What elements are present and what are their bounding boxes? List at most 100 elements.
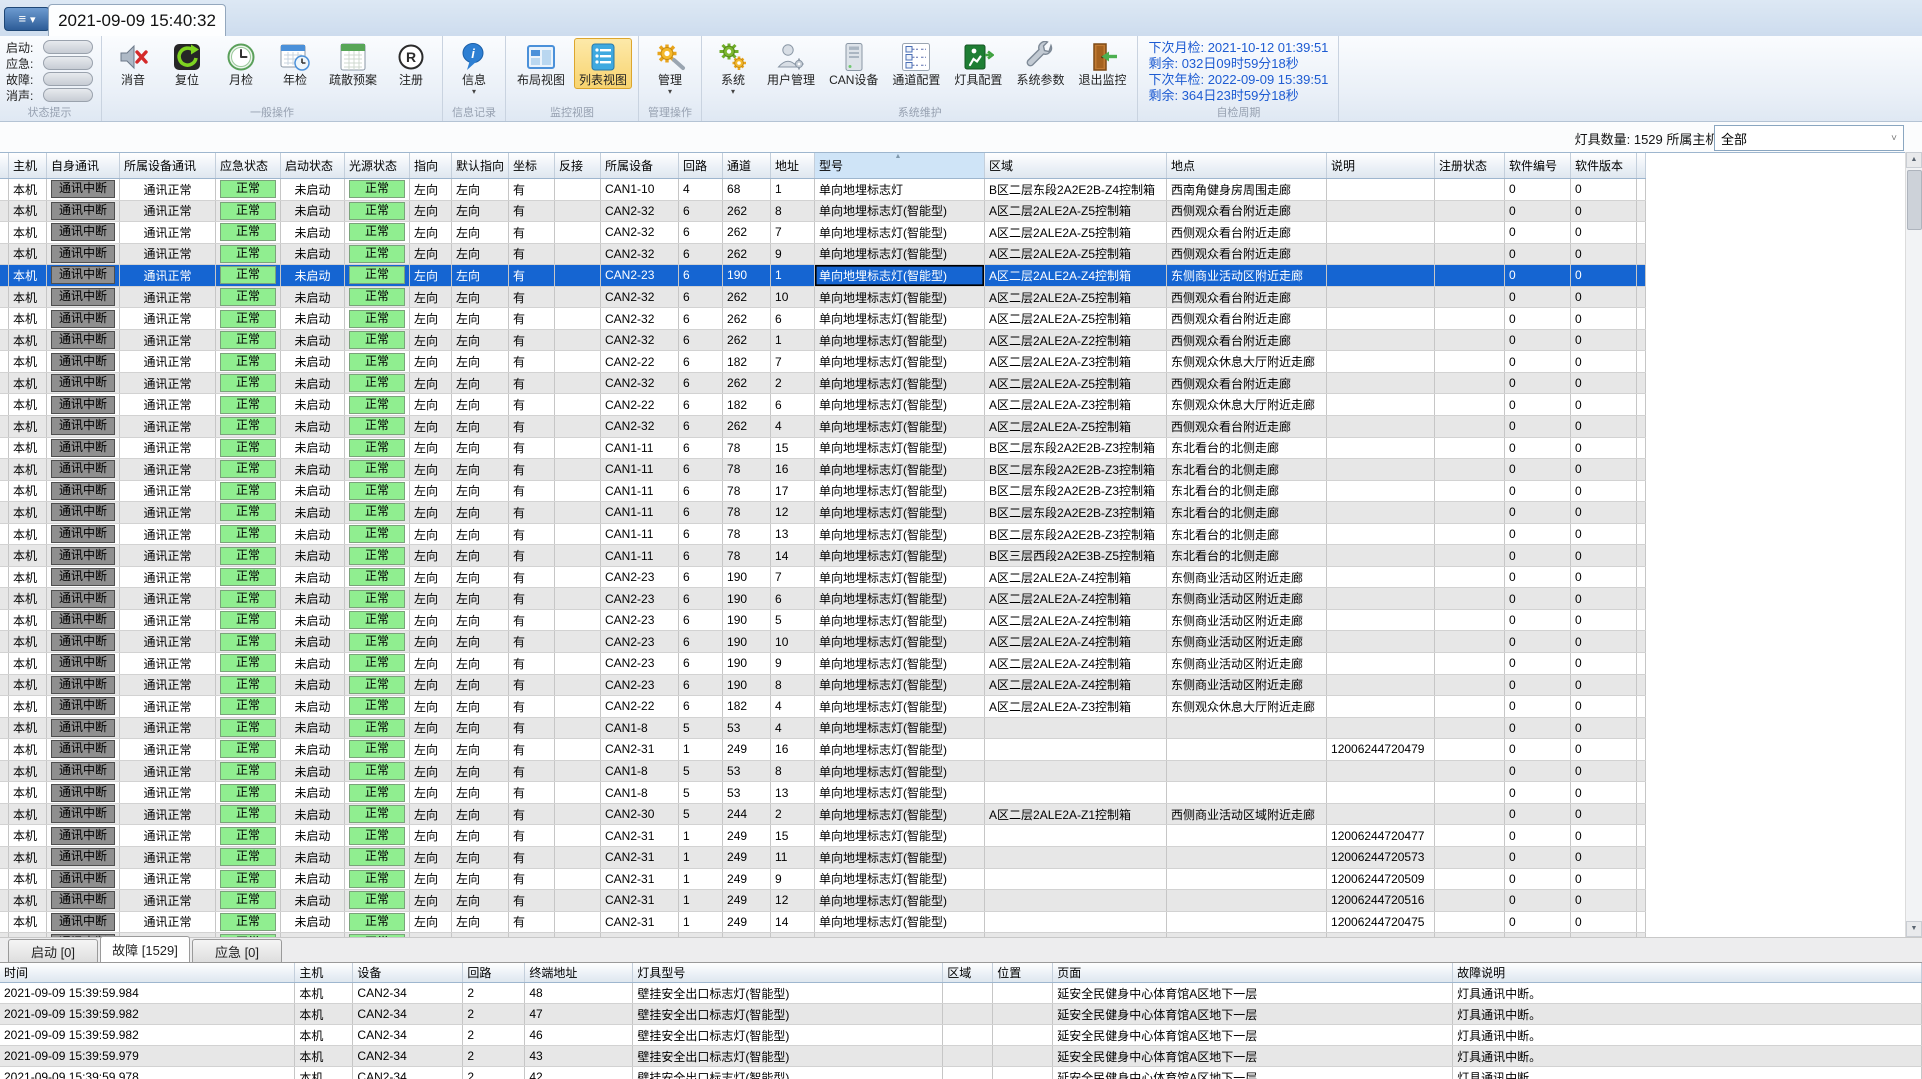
table-row[interactable]: 本机通讯中断通讯正常正常未启动正常左向左向有CAN2-2361906单向地埋标志… bbox=[0, 588, 1646, 610]
column-header-blank[interactable] bbox=[0, 153, 9, 179]
fault-column-header[interactable]: 时间 bbox=[0, 963, 295, 983]
table-row[interactable]: 本机通讯中断通讯正常正常未启动正常左向左向有CAN2-2361907单向地埋标志… bbox=[0, 566, 1646, 588]
tab-start[interactable]: 启动 [0] bbox=[8, 939, 98, 962]
fault-row[interactable]: 2021-09-09 15:39:59.982本机CAN2-34246壁挂安全出… bbox=[0, 1025, 1922, 1046]
fault-column-header[interactable]: 回路 bbox=[463, 963, 525, 983]
column-header-光源状态[interactable]: 光源状态 bbox=[345, 153, 410, 179]
column-header-反接[interactable]: 反接 bbox=[555, 153, 601, 179]
fault-row[interactable]: 2021-09-09 15:39:59.979本机CAN2-34243壁挂安全出… bbox=[0, 1046, 1922, 1067]
column-header-应急状态[interactable]: 应急状态 bbox=[216, 153, 281, 179]
tab-fault[interactable]: 故障 [1529] bbox=[100, 936, 190, 962]
manage-button[interactable]: 管理▾ bbox=[645, 38, 695, 96]
monthly-button[interactable]: 月检 bbox=[216, 38, 266, 89]
table-row[interactable]: 本机通讯中断通讯正常正常未启动正常左向左向有CAN2-3052442单向地埋标志… bbox=[0, 803, 1646, 825]
table-row[interactable]: 本机通讯中断通讯正常正常未启动正常左向左向有CAN2-31124915单向地埋标… bbox=[0, 825, 1646, 847]
table-row[interactable]: 本机通讯中断通讯正常正常未启动正常左向左向有CAN2-3262627单向地埋标志… bbox=[0, 222, 1646, 244]
fault-column-header[interactable]: 主机 bbox=[295, 963, 353, 983]
table-row[interactable]: 本机通讯中断通讯正常正常未启动正常左向左向有CAN2-3262621单向地埋标志… bbox=[0, 329, 1646, 351]
table-row[interactable]: 本机通讯中断通讯正常正常未启动正常左向左向有CAN1-855313单向地埋标志灯… bbox=[0, 782, 1646, 804]
table-row[interactable]: 本机通讯中断通讯正常正常未启动正常左向左向有CAN2-3262624单向地埋标志… bbox=[0, 416, 1646, 438]
table-row[interactable]: 本机通讯中断通讯正常正常未启动正常左向左向有CAN1-85538单向地埋标志灯(… bbox=[0, 760, 1646, 782]
column-header-启动状态[interactable]: 启动状态 bbox=[281, 153, 345, 179]
system-button[interactable]: 系统▾ bbox=[708, 38, 758, 96]
register-button[interactable]: R注册 bbox=[386, 38, 436, 89]
fault-column-header[interactable]: 灯具型号 bbox=[633, 963, 943, 983]
list-button[interactable]: 列表视图 bbox=[574, 38, 632, 89]
fault-row[interactable]: 2021-09-09 15:39:59.982本机CAN2-34247壁挂安全出… bbox=[0, 1004, 1922, 1025]
channel-button[interactable]: 通道配置 bbox=[887, 38, 945, 89]
info-button[interactable]: i信息▾ bbox=[449, 38, 499, 96]
params-button[interactable]: 系统参数 bbox=[1011, 38, 1069, 89]
mute-button[interactable]: 消音 bbox=[108, 38, 158, 89]
table-row[interactable]: 本机通讯中断通讯正常正常未启动正常左向左向有CAN2-2361905单向地埋标志… bbox=[0, 609, 1646, 631]
column-header-地址[interactable]: 地址 bbox=[771, 153, 815, 179]
table-row[interactable]: 本机通讯中断通讯正常正常未启动正常左向左向有CAN2-2361909单向地埋标志… bbox=[0, 653, 1646, 675]
table-row[interactable]: 本机通讯中断通讯正常正常未启动正常左向左向有CAN2-2261827单向地埋标志… bbox=[0, 351, 1646, 373]
table-row[interactable]: 本机通讯中断通讯正常正常未启动正常左向左向有CAN1-1167813单向地埋标志… bbox=[0, 523, 1646, 545]
table-row[interactable]: 本机通讯中断通讯正常正常未启动正常左向左向有CAN2-2261824单向地埋标志… bbox=[0, 696, 1646, 718]
fault-column-header[interactable]: 终端地址 bbox=[525, 963, 633, 983]
fault-column-header[interactable]: 故障说明 bbox=[1453, 963, 1922, 983]
fault-column-header[interactable]: 页面 bbox=[1053, 963, 1453, 983]
column-header-地点[interactable]: 地点 bbox=[1167, 153, 1327, 179]
table-row[interactable]: 本机通讯中断通讯正常正常未启动正常左向左向有CAN2-23619010单向地埋标… bbox=[0, 631, 1646, 653]
evacuation-button[interactable]: 疏散预案 bbox=[324, 38, 382, 89]
fault-column-header[interactable]: 位置 bbox=[993, 963, 1053, 983]
column-header-说明[interactable]: 说明 bbox=[1327, 153, 1435, 179]
table-row[interactable]: 本机通讯中断通讯正常正常未启动正常左向左向有CAN2-3112499单向地埋标志… bbox=[0, 868, 1646, 890]
table-row[interactable]: 本机通讯中断通讯正常正常未启动正常左向左向有CAN2-2361908单向地埋标志… bbox=[0, 674, 1646, 696]
table-row[interactable]: 本机通讯中断通讯正常正常未启动正常左向左向有CAN1-1167816单向地埋标志… bbox=[0, 459, 1646, 481]
table-row[interactable]: 本机通讯中断通讯正常正常未启动正常左向左向有CAN1-1167814单向地埋标志… bbox=[0, 545, 1646, 567]
column-header-通道[interactable]: 通道 bbox=[723, 153, 771, 179]
can-button[interactable]: CAN设备 bbox=[824, 38, 883, 89]
table-row[interactable]: 本机通讯中断通讯正常正常未启动正常左向左向有CAN1-104681单向地埋标志灯… bbox=[0, 179, 1646, 201]
reset-button[interactable]: 复位 bbox=[162, 38, 212, 89]
fault-row[interactable]: 2021-09-09 15:39:59.978本机CAN2-34242壁挂安全出… bbox=[0, 1067, 1922, 1079]
vertical-scrollbar[interactable]: ▲ ▼ bbox=[1905, 152, 1922, 937]
fault-row[interactable]: 2021-09-09 15:39:59.984本机CAN2-34248壁挂安全出… bbox=[0, 983, 1922, 1004]
table-row[interactable]: 本机通讯中断通讯正常正常未启动正常左向左向有CAN2-31124916单向地埋标… bbox=[0, 739, 1646, 761]
table-row[interactable]: 本机通讯中断通讯正常正常未启动正常左向左向有CAN2-3262629单向地埋标志… bbox=[0, 243, 1646, 265]
column-header-所属设备通讯[interactable]: 所属设备通讯 bbox=[120, 153, 216, 179]
fault-column-header[interactable]: 设备 bbox=[353, 963, 463, 983]
fault-cell: 42 bbox=[525, 1067, 633, 1079]
column-header-blank[interactable] bbox=[1637, 153, 1646, 179]
light-button[interactable]: 灯具配置 bbox=[949, 38, 1007, 89]
table-row[interactable]: 本机通讯中断通讯正常正常未启动正常左向左向有CAN1-85534单向地埋标志灯(… bbox=[0, 717, 1646, 739]
table-row[interactable]: 本机通讯中断通讯正常正常未启动正常左向左向有CAN2-31124914单向地埋标… bbox=[0, 911, 1646, 933]
table-row[interactable]: 本机通讯中断通讯正常正常未启动正常左向左向有CAN2-31124912单向地埋标… bbox=[0, 890, 1646, 912]
annual-button[interactable]: 年检 bbox=[270, 38, 320, 89]
column-header-自身通讯[interactable]: 自身通讯 bbox=[47, 153, 120, 179]
table-row[interactable]: 本机通讯中断通讯正常正常未启动正常左向左向有CAN2-3262626单向地埋标志… bbox=[0, 308, 1646, 330]
table-row[interactable]: 本机通讯中断通讯正常正常未启动正常左向左向有CAN1-1167817单向地埋标志… bbox=[0, 480, 1646, 502]
table-row[interactable]: 本机通讯中断通讯正常正常未启动正常左向左向有CAN2-2261826单向地埋标志… bbox=[0, 394, 1646, 416]
column-header-主机[interactable]: 主机 bbox=[9, 153, 47, 179]
column-header-坐标[interactable]: 坐标 bbox=[509, 153, 555, 179]
app-menu-button[interactable]: ≡ ▾ bbox=[4, 7, 50, 31]
layout-button[interactable]: 布局视图 bbox=[512, 38, 570, 89]
column-header-指向[interactable]: 指向 bbox=[410, 153, 452, 179]
scroll-up-arrow[interactable]: ▲ bbox=[1906, 152, 1922, 168]
table-row[interactable]: 本机通讯中断通讯正常正常未启动正常左向左向有CAN2-31124911单向地埋标… bbox=[0, 846, 1646, 868]
table-row[interactable]: 本机通讯中断通讯正常正常未启动正常左向左向有CAN2-2361901单向地埋标志… bbox=[0, 265, 1646, 287]
column-header-软件编号[interactable]: 软件编号 bbox=[1505, 153, 1571, 179]
table-row[interactable]: 本机通讯中断通讯正常正常未启动正常左向左向有CAN2-3262622单向地埋标志… bbox=[0, 372, 1646, 394]
table-row[interactable]: 本机通讯中断通讯正常正常未启动正常左向左向有CAN2-3262628单向地埋标志… bbox=[0, 200, 1646, 222]
column-header-回路[interactable]: 回路 bbox=[679, 153, 723, 179]
fault-column-header[interactable]: 区域 bbox=[943, 963, 993, 983]
column-header-型号[interactable]: 型号▲ bbox=[815, 153, 985, 179]
table-row[interactable]: 本机通讯中断通讯正常正常未启动正常左向左向有CAN2-32626210单向地埋标… bbox=[0, 286, 1646, 308]
column-header-软件版本[interactable]: 软件版本 bbox=[1571, 153, 1637, 179]
scroll-down-arrow[interactable]: ▼ bbox=[1906, 921, 1922, 937]
column-header-默认指向[interactable]: 默认指向 bbox=[452, 153, 509, 179]
column-header-区域[interactable]: 区域 bbox=[985, 153, 1167, 179]
host-select-dropdown[interactable]: 全部 ˅ bbox=[1714, 125, 1904, 151]
table-row[interactable]: 本机通讯中断通讯正常正常未启动正常左向左向有CAN1-1167815单向地埋标志… bbox=[0, 437, 1646, 459]
tab-emergency[interactable]: 应急 [0] bbox=[192, 939, 282, 962]
user-button[interactable]: 用户管理 bbox=[762, 38, 820, 89]
column-header-注册状态[interactable]: 注册状态 bbox=[1435, 153, 1505, 179]
exit-button[interactable]: 退出监控 bbox=[1073, 38, 1131, 89]
column-header-所属设备[interactable]: 所属设备 bbox=[601, 153, 679, 179]
scrollbar-thumb[interactable] bbox=[1907, 170, 1922, 230]
table-row[interactable]: 本机通讯中断通讯正常正常未启动正常左向左向有CAN1-1167812单向地埋标志… bbox=[0, 502, 1646, 524]
